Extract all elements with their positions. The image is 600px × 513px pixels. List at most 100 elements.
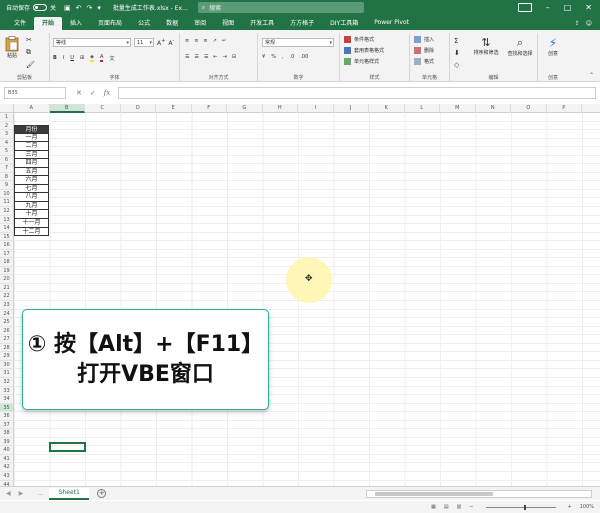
row-cells[interactable] bbox=[14, 420, 600, 430]
increase-indent-icon[interactable]: ⇥ bbox=[223, 54, 227, 60]
add-sheet-icon[interactable]: + bbox=[97, 489, 107, 498]
month-cell[interactable]: 十二月 bbox=[14, 227, 49, 237]
decrease-font-icon[interactable]: A- bbox=[168, 38, 174, 47]
row-cells[interactable] bbox=[14, 454, 600, 464]
month-cell[interactable]: 六月 bbox=[14, 176, 49, 185]
row-cells[interactable] bbox=[14, 121, 600, 131]
row-header[interactable]: 15 bbox=[0, 232, 14, 242]
row-cells[interactable] bbox=[14, 164, 600, 173]
underline-icon[interactable]: U bbox=[70, 55, 74, 61]
tab-fangfang[interactable]: 方方格子 bbox=[282, 17, 322, 30]
row-cells[interactable] bbox=[14, 437, 600, 447]
column-header[interactable]: M bbox=[440, 104, 476, 113]
align-right-icon[interactable]: ☰ bbox=[204, 54, 208, 60]
cancel-icon[interactable]: ✕ bbox=[76, 89, 82, 97]
row-cells[interactable] bbox=[14, 412, 600, 421]
ribbon-display-options-icon[interactable] bbox=[517, 3, 532, 12]
tab-home[interactable]: 开始 bbox=[34, 17, 63, 30]
cell-styles-button[interactable]: 单元格样式 bbox=[344, 58, 379, 65]
row-cells[interactable] bbox=[14, 155, 600, 165]
decrease-indent-icon[interactable]: ⇤ bbox=[213, 54, 217, 60]
align-top-icon[interactable]: ≡ bbox=[185, 38, 189, 44]
row-header[interactable]: 8 bbox=[0, 172, 14, 182]
font-name-dropdown[interactable]: 等线 bbox=[53, 38, 131, 47]
row-header[interactable]: 30 bbox=[0, 360, 14, 370]
row-header[interactable]: 36 bbox=[0, 412, 14, 421]
row-cells[interactable] bbox=[14, 172, 600, 182]
normal-view-icon[interactable]: ▦ bbox=[431, 504, 436, 510]
ideas-button[interactable]: ⚡ 创意 bbox=[542, 36, 564, 57]
decrease-decimal-icon[interactable]: .00 bbox=[300, 54, 308, 60]
number-format-dropdown[interactable]: 常规 bbox=[262, 38, 334, 47]
more-sheets-icon[interactable]: … bbox=[37, 490, 43, 497]
row-cells[interactable] bbox=[14, 241, 600, 250]
row-header[interactable]: 10 bbox=[0, 189, 14, 199]
italic-icon[interactable]: I bbox=[63, 55, 64, 61]
row-cells[interactable] bbox=[14, 471, 600, 481]
month-cell[interactable]: 二月 bbox=[14, 142, 49, 151]
row-cells[interactable] bbox=[14, 130, 600, 139]
month-cell[interactable]: 一月 bbox=[14, 133, 49, 143]
font-size-dropdown[interactable]: 11 bbox=[134, 38, 154, 47]
border-icon[interactable]: ⊞ bbox=[80, 55, 84, 61]
column-header[interactable]: E bbox=[156, 104, 192, 113]
sort-filter-button[interactable]: ⇅ 排序和筛选 bbox=[470, 36, 502, 56]
month-header-cell[interactable]: 月份 bbox=[14, 125, 49, 134]
column-header[interactable]: N bbox=[476, 104, 511, 113]
column-header[interactable]: I bbox=[298, 104, 334, 113]
row-header[interactable]: 33 bbox=[0, 386, 14, 396]
minimize-icon[interactable]: – bbox=[546, 3, 550, 12]
currency-icon[interactable]: ¥ bbox=[262, 54, 265, 60]
align-bottom-icon[interactable]: ≡ bbox=[203, 38, 207, 44]
row-cells[interactable] bbox=[14, 138, 600, 148]
tab-view[interactable]: 视图 bbox=[214, 17, 242, 30]
month-cell[interactable]: 七月 bbox=[14, 184, 49, 194]
month-cell[interactable]: 三月 bbox=[14, 150, 49, 160]
undo-icon[interactable]: ↶ bbox=[76, 4, 82, 12]
column-header[interactable]: J bbox=[334, 104, 369, 113]
percent-icon[interactable]: % bbox=[271, 54, 276, 60]
month-cell[interactable]: 十月 bbox=[14, 210, 49, 220]
next-sheet-icon[interactable]: ▶ bbox=[19, 490, 24, 497]
conditional-format-button[interactable]: 条件格式 bbox=[344, 36, 374, 43]
row-header[interactable]: 27 bbox=[0, 335, 14, 344]
column-header[interactable]: G bbox=[227, 104, 263, 113]
row-header[interactable]: 24 bbox=[0, 309, 14, 319]
comma-icon[interactable]: , bbox=[282, 54, 284, 60]
row-header[interactable]: 26 bbox=[0, 326, 14, 336]
row-header[interactable]: 42 bbox=[0, 463, 14, 472]
row-header[interactable]: 32 bbox=[0, 377, 14, 387]
row-cells[interactable] bbox=[14, 189, 600, 199]
format-painter-icon[interactable]: 🖌 bbox=[26, 61, 35, 69]
month-cell[interactable]: 五月 bbox=[14, 167, 49, 177]
row-header[interactable]: 16 bbox=[0, 241, 14, 250]
share-icon[interactable]: ⇪ bbox=[575, 20, 580, 27]
align-left-icon[interactable]: ☰ bbox=[185, 54, 189, 60]
zoom-out-icon[interactable]: − bbox=[469, 504, 473, 510]
row-header[interactable]: 13 bbox=[0, 215, 14, 225]
column-header[interactable]: C bbox=[85, 104, 121, 113]
formula-input[interactable] bbox=[118, 87, 596, 99]
zoom-in-icon[interactable]: + bbox=[568, 504, 572, 510]
collapse-ribbon-icon[interactable]: ⌃ bbox=[589, 72, 594, 79]
row-header[interactable]: 28 bbox=[0, 343, 14, 353]
row-header[interactable]: 35 bbox=[0, 403, 14, 413]
row-header[interactable]: 25 bbox=[0, 318, 14, 327]
row-header[interactable]: 21 bbox=[0, 283, 14, 293]
copy-icon[interactable]: ⧉ bbox=[26, 48, 31, 57]
cut-icon[interactable]: ✂ bbox=[26, 36, 32, 44]
phonetic-icon[interactable]: 文 bbox=[109, 55, 114, 62]
row-header[interactable]: 7 bbox=[0, 164, 14, 173]
row-cells[interactable] bbox=[14, 463, 600, 472]
month-cell[interactable]: 十一月 bbox=[14, 219, 49, 228]
row-header[interactable]: 2 bbox=[0, 121, 14, 131]
page-break-view-icon[interactable]: ▥ bbox=[457, 504, 462, 510]
scrollbar-thumb[interactable] bbox=[375, 491, 493, 496]
horizontal-scrollbar[interactable] bbox=[366, 489, 592, 498]
tab-formulas[interactable]: 公式 bbox=[130, 17, 158, 30]
tab-developer[interactable]: 开发工具 bbox=[242, 17, 282, 30]
merge-center-icon[interactable]: ⊟ bbox=[232, 54, 236, 60]
column-header[interactable]: B bbox=[49, 104, 85, 113]
row-header[interactable]: 4 bbox=[0, 138, 14, 148]
column-header[interactable]: F bbox=[192, 104, 227, 113]
